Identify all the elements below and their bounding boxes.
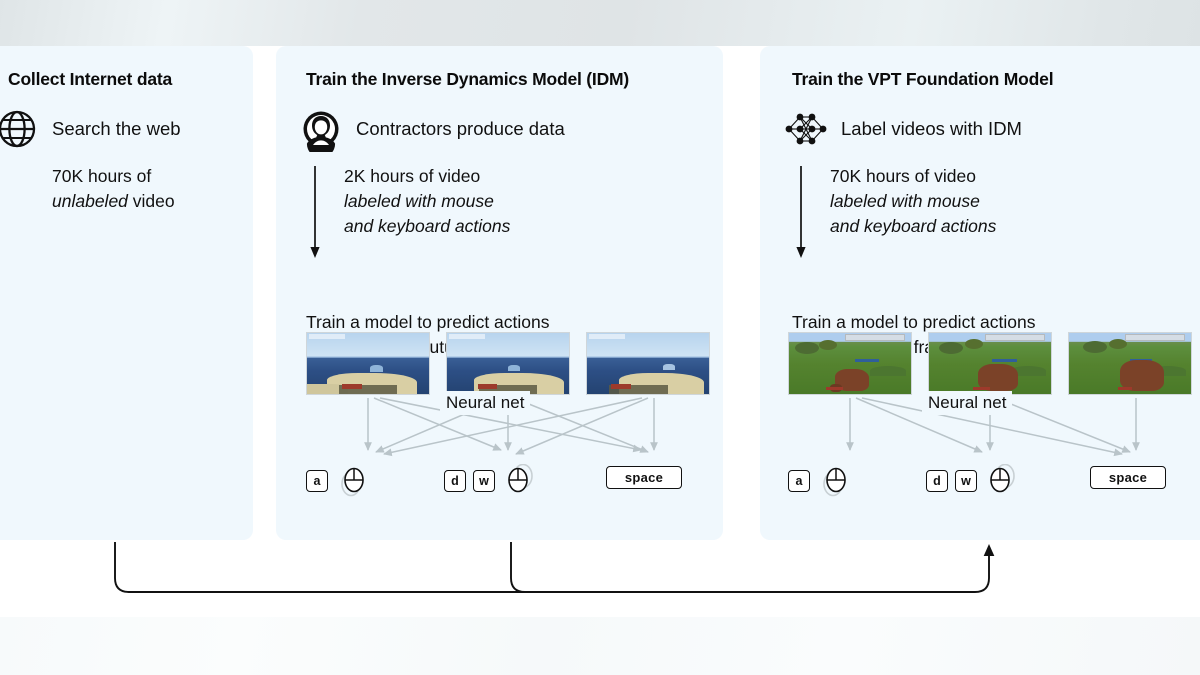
sub-line-3: and keyboard actions: [344, 215, 511, 236]
globe-icon: [0, 106, 40, 152]
key-a[interactable]: a: [306, 470, 328, 492]
task-line-1: Train a model to predict actions: [792, 312, 1036, 332]
panel-head-row: Label videos with IDM: [783, 106, 1022, 152]
neural-net-label: Neural net: [440, 391, 531, 415]
sub-line-3: and keyboard actions: [830, 215, 997, 236]
contractor-person-icon: [298, 106, 344, 158]
key-w[interactable]: w: [473, 470, 495, 492]
neural-network-icon: [783, 106, 829, 152]
panel-title: Train the Inverse Dynamics Model (IDM): [306, 69, 630, 89]
action-group: d w: [444, 464, 536, 498]
panel-train-vpt-foundation-model: Train the VPT Foundation Model Label vid…: [760, 46, 1200, 540]
mouse-icon: [817, 464, 851, 498]
sub-line-2: labeled with mouse: [830, 190, 980, 211]
panel-sub-lines: 70K hours of unlabeled video: [52, 164, 175, 214]
mouse-icon: [502, 464, 536, 498]
sub-line-2: labeled with mouse: [344, 190, 494, 211]
panel-title: Collect Internet data: [8, 69, 173, 89]
top-gradient-band: [0, 0, 1200, 46]
panel-sub-block: 70K hours of video labeled with mouse an…: [792, 164, 996, 258]
panel-head-label: Contractors produce data: [356, 118, 565, 139]
key-space[interactable]: space: [606, 466, 682, 489]
action-group: space: [1090, 466, 1166, 489]
action-group: a: [788, 464, 851, 498]
sub-line-2-emphasis: unlabeled: [52, 190, 128, 211]
action-group: space: [606, 466, 682, 489]
feedback-connector: [114, 542, 995, 593]
panel-head-label: Label videos with IDM: [841, 118, 1022, 139]
sub-line-1: 70K hours of video: [830, 166, 976, 186]
down-arrow-icon: [310, 166, 320, 258]
key-space[interactable]: space: [1090, 466, 1166, 489]
mouse-icon: [335, 464, 369, 498]
action-row: a d w space: [276, 464, 723, 510]
down-arrow-icon: [796, 166, 806, 258]
task-line-1: Train a model to predict actions: [306, 312, 550, 332]
sub-line-2-suffix: video: [127, 190, 175, 211]
panel-head-label: Search the web: [52, 118, 181, 139]
panel-sub-lines: 2K hours of video labeled with mouse and…: [306, 164, 510, 239]
sub-line-1: 2K hours of video: [344, 166, 481, 186]
sub-line-1: 70K hours of: [52, 166, 152, 186]
diagram-stage: Collect Internet data Search the web 70K…: [0, 0, 1200, 675]
panel-head-row: Contractors produce data: [298, 106, 565, 158]
bottom-gradient-band: [0, 617, 1200, 675]
key-w[interactable]: w: [955, 470, 977, 492]
panel-collect-internet-data: Collect Internet data Search the web 70K…: [0, 46, 253, 540]
panel-head-row: Search the web: [0, 106, 181, 152]
key-a[interactable]: a: [788, 470, 810, 492]
neural-net-label: Neural net: [922, 391, 1013, 415]
key-d[interactable]: d: [444, 470, 466, 492]
mouse-icon: [984, 464, 1018, 498]
action-group: a: [306, 464, 369, 498]
panel-title: Train the VPT Foundation Model: [792, 69, 1054, 89]
panel-sub-block: 70K hours of unlabeled video: [52, 164, 175, 214]
panel-sub-block: 2K hours of video labeled with mouse and…: [306, 164, 510, 258]
neural-net-diagram: Neural net a d w space: [760, 332, 1200, 538]
panel-train-inverse-dynamics-model: Train the Inverse Dynamics Model (IDM) C…: [276, 46, 723, 540]
panel-sub-lines: 70K hours of video labeled with mouse an…: [792, 164, 996, 239]
action-group: d w: [926, 464, 1018, 498]
neural-net-diagram: Neural net a d w space: [276, 332, 723, 538]
key-d[interactable]: d: [926, 470, 948, 492]
action-row: a d w space: [760, 464, 1200, 510]
